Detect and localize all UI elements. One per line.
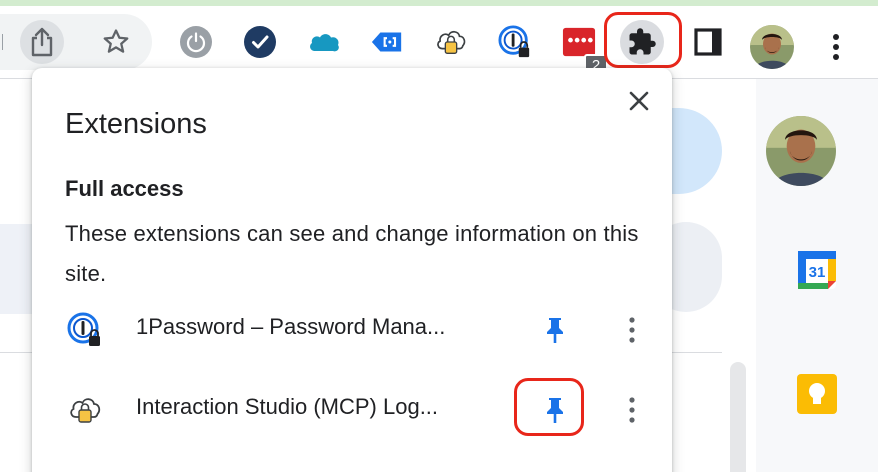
close-icon bbox=[629, 91, 649, 111]
extension-salesforce-button[interactable] bbox=[307, 25, 341, 59]
address-bar[interactable] bbox=[0, 14, 152, 70]
extension-task-button[interactable] bbox=[243, 25, 277, 59]
calendar-icon: 31 bbox=[798, 251, 836, 289]
bookmark-button[interactable] bbox=[94, 20, 138, 64]
extension-cloud-lock-button[interactable] bbox=[434, 25, 468, 59]
lightbulb-icon bbox=[797, 374, 837, 414]
extensions-popup: Extensions Full access These extensions … bbox=[32, 68, 672, 472]
side-panel-icon bbox=[694, 28, 722, 56]
more-options-button[interactable] bbox=[614, 312, 650, 348]
section-heading: Full access bbox=[65, 176, 184, 201]
more-vertical-icon bbox=[833, 34, 839, 60]
more-options-button[interactable] bbox=[614, 392, 650, 428]
pin-icon bbox=[547, 318, 563, 343]
side-panel: 31 bbox=[756, 79, 878, 472]
close-button[interactable] bbox=[624, 86, 654, 116]
section-description: These extensions can see and change info… bbox=[65, 221, 639, 286]
profile-photo-icon bbox=[766, 116, 836, 186]
extensions-button-highlight bbox=[604, 12, 682, 68]
calendar-date: 31 bbox=[809, 264, 826, 281]
google-keep-app[interactable] bbox=[794, 371, 840, 417]
power-icon bbox=[180, 26, 212, 58]
more-vertical-icon bbox=[629, 317, 635, 343]
extension-power-button[interactable] bbox=[179, 25, 213, 59]
extension-row-1password[interactable]: 1Password – Password Mana... bbox=[32, 298, 672, 362]
extension-row-icon bbox=[65, 310, 105, 350]
chrome-menu-button[interactable] bbox=[822, 26, 850, 68]
check-circle-icon bbox=[244, 26, 276, 58]
pin-button-highlight bbox=[514, 378, 584, 436]
google-calendar-app[interactable]: 31 bbox=[794, 247, 840, 293]
extension-row-icon bbox=[65, 390, 105, 430]
page-scrollbar[interactable] bbox=[730, 362, 746, 472]
share-button[interactable] bbox=[20, 20, 64, 64]
extension-1password-button[interactable] bbox=[498, 25, 532, 59]
extension-name: 1Password – Password Mana... bbox=[136, 314, 446, 339]
extension-name: Interaction Studio (MCP) Log... bbox=[136, 394, 439, 419]
side-panel-button[interactable] bbox=[691, 25, 725, 59]
1password-icon bbox=[498, 25, 530, 58]
side-panel-avatar[interactable] bbox=[766, 116, 836, 186]
more-vertical-icon bbox=[629, 397, 635, 423]
tag-icon bbox=[371, 32, 402, 52]
share-icon bbox=[31, 27, 53, 57]
extension-tag-button[interactable] bbox=[370, 25, 404, 59]
cloud-lock-icon bbox=[437, 30, 466, 54]
popup-title: Extensions bbox=[65, 108, 207, 140]
pin-button[interactable] bbox=[537, 312, 573, 348]
profile-photo-icon bbox=[750, 25, 794, 69]
profile-avatar-button[interactable] bbox=[750, 25, 794, 69]
address-bar-caret bbox=[2, 34, 3, 50]
star-icon bbox=[103, 29, 129, 53]
salesforce-cloud-icon bbox=[310, 34, 339, 52]
cloud-lock-icon bbox=[70, 398, 101, 423]
1password-icon bbox=[67, 312, 100, 346]
